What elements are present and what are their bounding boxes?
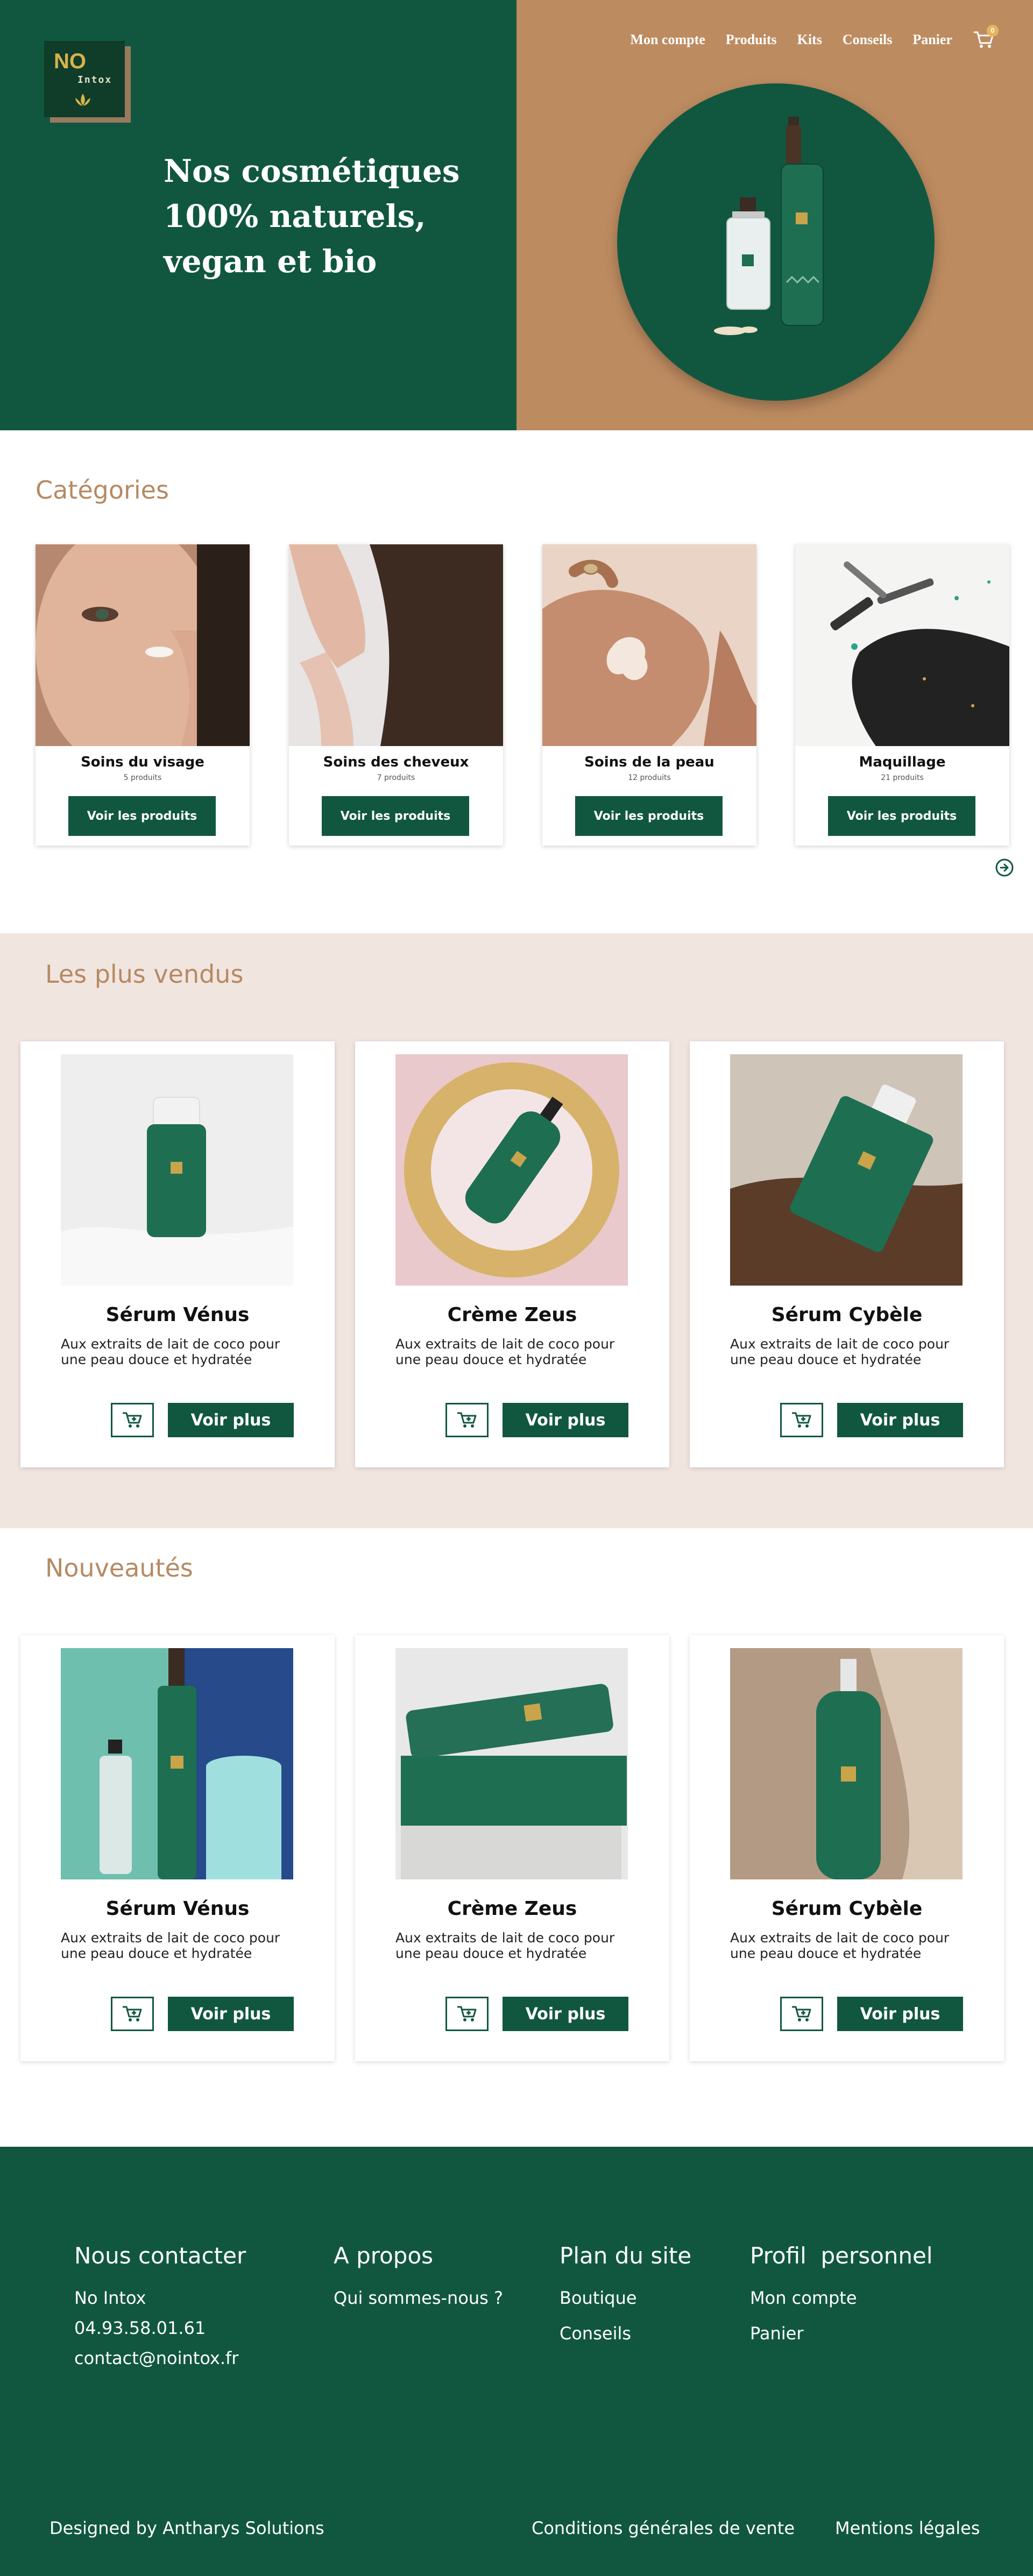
add-to-cart-button[interactable] — [111, 1403, 154, 1437]
logo-no-text: NO — [54, 49, 86, 73]
footer-contact-title: Nous contacter — [74, 2243, 246, 2269]
product-card: Sérum Vénus Aux extraits de lait de coco… — [20, 1635, 335, 2061]
product-image — [61, 1648, 293, 1879]
bestsellers-title: Les plus vendus — [45, 960, 244, 989]
voir-produits-button[interactable]: Voir les produits — [322, 796, 469, 836]
footer-link-mentions-legales[interactable]: Mentions légales — [835, 2518, 980, 2538]
voir-produits-button[interactable]: Voir les produits — [68, 796, 216, 836]
voir-plus-button[interactable]: Voir plus — [837, 1997, 963, 2031]
footer-phone[interactable]: 04.93.58.01.61 — [74, 2318, 206, 2338]
main-nav: Mon compte Produits Kits Conseils Panier… — [630, 25, 999, 49]
category-card-visage: Soins du visage 5 produits Voir les prod… — [36, 544, 250, 846]
product-name: Crème Zeus — [447, 1304, 577, 1326]
product-description: Aux extraits de lait de coco pour une pe… — [395, 1336, 615, 1367]
product-card: Crème Zeus Aux extraits de lait de coco … — [355, 1635, 669, 2061]
voir-plus-button[interactable]: Voir plus — [168, 1403, 294, 1437]
product-name: Crème Zeus — [447, 1898, 577, 1920]
product-card: Sérum Cybèle Aux extraits de lait de coc… — [690, 1635, 1004, 2061]
category-image-visage — [36, 544, 250, 746]
cart-plus-icon — [792, 2006, 811, 2021]
footer-profile-title: Profil personnel — [750, 2243, 933, 2269]
cart-button[interactable]: 0 — [973, 25, 999, 49]
category-count: 12 produits — [628, 773, 671, 782]
category-image-peau — [542, 544, 756, 746]
voir-plus-button[interactable]: Voir plus — [503, 1403, 628, 1437]
new-title: Nouveautés — [45, 1553, 193, 1582]
footer-sitemap-title: Plan du site — [560, 2243, 692, 2269]
category-count: 21 produits — [881, 773, 924, 782]
category-name: Soins des cheveux — [323, 754, 469, 770]
nav-panier[interactable]: Panier — [912, 32, 952, 48]
product-image — [395, 1054, 628, 1286]
category-name: Maquillage — [859, 754, 946, 770]
cart-plus-icon — [457, 1412, 477, 1428]
product-description: Aux extraits de lait de coco pour une pe… — [395, 1930, 615, 1961]
product-image — [61, 1054, 293, 1286]
categories-title: Catégories — [36, 476, 169, 505]
nav-kits[interactable]: Kits — [797, 32, 822, 48]
product-image — [395, 1648, 628, 1879]
logo-intox-text: Intox — [77, 74, 112, 86]
footer-link-panier[interactable]: Panier — [750, 2323, 803, 2344]
page: NO Intox Nos cosmétiques 100% naturels, … — [0, 0, 1033, 2576]
voir-produits-button[interactable]: Voir les produits — [575, 796, 723, 836]
category-image-maquillage — [795, 544, 1009, 746]
cart-count-badge: 0 — [987, 25, 999, 37]
product-card: Crème Zeus Aux extraits de lait de coco … — [355, 1041, 669, 1467]
cart-plus-icon — [123, 2006, 142, 2021]
footer-link-conseils[interactable]: Conseils — [560, 2323, 631, 2344]
add-to-cart-button[interactable] — [111, 1997, 154, 2031]
voir-produits-button[interactable]: Voir les produits — [828, 796, 975, 836]
footer-link-cgv[interactable]: Conditions générales de vente — [532, 2518, 795, 2538]
cart-plus-icon — [792, 1412, 811, 1428]
category-name: Soins de la peau — [584, 754, 714, 770]
category-count: 7 produits — [377, 773, 415, 782]
add-to-cart-button[interactable] — [780, 1997, 823, 2031]
hero-products-image — [714, 117, 824, 335]
footer-link-boutique[interactable]: Boutique — [560, 2288, 637, 2308]
product-card: Sérum Vénus Aux extraits de lait de coco… — [20, 1041, 335, 1467]
category-card-cheveux: Soins des cheveux 7 produits Voir les pr… — [289, 544, 503, 846]
cart-plus-icon — [457, 2006, 477, 2021]
product-name: Sérum Cybèle — [771, 1304, 923, 1326]
category-card-peau: Soins de la peau 12 produits Voir les pr… — [542, 544, 756, 846]
footer-email[interactable]: contact@nointox.fr — [74, 2348, 238, 2368]
lotus-icon — [75, 94, 90, 106]
hero: NO Intox Nos cosmétiques 100% naturels, … — [0, 0, 1033, 430]
logo[interactable]: NO Intox — [44, 41, 125, 117]
product-card: Sérum Cybèle Aux extraits de lait de coc… — [690, 1041, 1004, 1467]
product-name: Sérum Vénus — [105, 1304, 250, 1326]
product-description: Aux extraits de lait de coco pour une pe… — [730, 1336, 950, 1367]
product-description: Aux extraits de lait de coco pour une pe… — [61, 1930, 280, 1961]
product-description: Aux extraits de lait de coco pour une pe… — [730, 1930, 950, 1961]
product-image — [730, 1648, 963, 1879]
category-name: Soins du visage — [81, 754, 204, 770]
add-to-cart-button[interactable] — [445, 1997, 489, 2031]
footer-link-qui-sommes-nous[interactable]: Qui sommes-nous ? — [334, 2288, 503, 2308]
voir-plus-button[interactable]: Voir plus — [503, 1997, 628, 2031]
hero-title: Nos cosmétiques 100% naturels, vegan et … — [164, 153, 460, 280]
add-to-cart-button[interactable] — [445, 1403, 489, 1437]
voir-plus-button[interactable]: Voir plus — [168, 1997, 294, 2031]
footer-link-mon-compte[interactable]: Mon compte — [750, 2288, 857, 2308]
nav-mon-compte[interactable]: Mon compte — [630, 32, 705, 48]
product-name: Sérum Vénus — [105, 1898, 250, 1920]
category-image-cheveux — [289, 544, 503, 746]
footer-company-name: No Intox — [74, 2288, 146, 2308]
voir-plus-button[interactable]: Voir plus — [837, 1403, 963, 1437]
cart-plus-icon — [123, 1412, 142, 1428]
product-description: Aux extraits de lait de coco pour une pe… — [61, 1336, 280, 1367]
product-name: Sérum Cybèle — [771, 1898, 923, 1920]
footer: Nous contacter No Intox 04.93.58.01.61 c… — [0, 2147, 1033, 2576]
footer-credit[interactable]: Designed by Antharys Solutions — [49, 2518, 324, 2538]
nav-produits[interactable]: Produits — [726, 32, 777, 48]
nav-conseils[interactable]: Conseils — [843, 32, 892, 48]
product-image — [730, 1054, 963, 1286]
category-count: 5 produits — [123, 773, 162, 782]
carousel-next-icon[interactable] — [995, 858, 1014, 877]
footer-about-title: A propos — [334, 2243, 434, 2269]
hero-product-circle — [617, 83, 935, 401]
add-to-cart-button[interactable] — [780, 1403, 823, 1437]
category-card-maquillage: Maquillage 21 produits Voir les produits — [795, 544, 1009, 846]
